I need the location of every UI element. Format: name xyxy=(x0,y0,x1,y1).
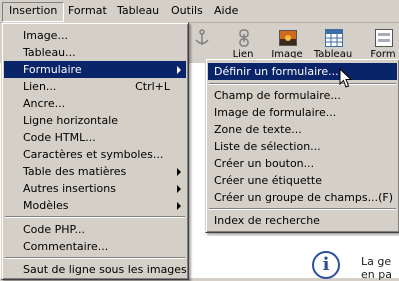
menu-item-label: Liste de sélection... xyxy=(214,140,321,153)
table-icon xyxy=(325,29,343,47)
menu-item-label: Créer un groupe de champs...(F) xyxy=(214,191,394,204)
menu-item-label: Code PHP... xyxy=(23,223,85,236)
form-icon xyxy=(375,29,393,47)
menu-item-label: Champ de formulaire... xyxy=(214,89,341,102)
submenu-item-definir-formulaire[interactable]: Définir un formulaire... xyxy=(208,63,397,80)
menu-separator xyxy=(209,83,396,85)
anchor-icon xyxy=(195,29,209,45)
menu-item-label: Commentaire... xyxy=(23,240,109,253)
menu-item-ancre[interactable]: Ancre... xyxy=(4,95,186,112)
menu-item-label: Formulaire xyxy=(23,63,82,76)
menu-item-label: Caractères et symboles... xyxy=(23,148,164,161)
menu-item-code-php[interactable]: Code PHP... xyxy=(4,221,186,238)
menu-item-table-des-matieres[interactable]: Table des matières xyxy=(4,163,186,180)
menu-item-commentaire[interactable]: Commentaire... xyxy=(4,238,186,255)
formulaire-submenu: Définir un formulaire... Champ de formul… xyxy=(205,58,399,233)
submenu-arrow-icon xyxy=(177,185,181,193)
submenu-item-image-formulaire[interactable]: Image de formulaire... xyxy=(208,104,397,121)
menu-item-label: Modèles xyxy=(23,199,69,212)
menu-item-formulaire[interactable]: Formulaire xyxy=(4,61,186,78)
submenu-item-creer-etiquette[interactable]: Créer une étiquette xyxy=(208,172,397,189)
menu-item-label: Lien... xyxy=(23,80,57,93)
menu-item-shortcut: Ctrl+L xyxy=(135,80,170,93)
document-text-line-2: en pa xyxy=(361,268,392,281)
menu-item-modeles[interactable]: Modèles xyxy=(4,197,186,214)
mouse-cursor-icon xyxy=(339,68,353,88)
submenu-item-champ[interactable]: Champ de formulaire... xyxy=(208,87,397,104)
submenu-item-index-recherche[interactable]: Index de recherche xyxy=(208,212,397,229)
menu-item-label: Autres insertions xyxy=(23,182,116,195)
menu-item-label: Table des matières xyxy=(23,165,127,178)
menu-item-label: Image... xyxy=(23,29,68,42)
menu-item-label: Code HTML... xyxy=(23,131,96,144)
menu-item-lien[interactable]: Lien... Ctrl+L xyxy=(4,78,186,95)
menu-bar: Insertion Format Tableau Outils Aide xyxy=(0,0,399,23)
menu-item-label: Créer un bouton... xyxy=(214,157,315,170)
menu-outils[interactable]: Outils xyxy=(165,2,209,20)
menu-item-image[interactable]: Image... xyxy=(4,27,186,44)
menu-separator xyxy=(5,257,185,259)
menu-item-label: Tableau... xyxy=(23,46,76,59)
menu-item-caracteres[interactable]: Caractères et symboles... xyxy=(4,146,186,163)
menu-item-label: Définir un formulaire... xyxy=(214,65,339,78)
submenu-arrow-icon xyxy=(177,202,181,210)
submenu-arrow-icon xyxy=(177,66,181,74)
menu-item-code-html[interactable]: Code HTML... xyxy=(4,129,186,146)
link-icon xyxy=(239,29,249,47)
document-text-line-1: La ge xyxy=(361,255,392,268)
menu-item-label: Créer une étiquette xyxy=(214,174,322,187)
menu-tableau[interactable]: Tableau xyxy=(111,2,165,20)
submenu-item-creer-bouton[interactable]: Créer un bouton... xyxy=(208,155,397,172)
image-icon xyxy=(279,30,297,46)
menu-item-label: Zone de texte... xyxy=(214,123,302,136)
menu-item-ligne-horizontale[interactable]: Ligne horizontale xyxy=(4,112,186,129)
menu-separator xyxy=(209,208,396,210)
info-icon: i xyxy=(312,251,340,279)
menu-item-label: Saut de ligne sous les images xyxy=(23,263,187,276)
menu-insertion[interactable]: Insertion xyxy=(2,2,65,22)
insertion-menu: Image... Tableau... Formulaire Lien... Ct… xyxy=(1,22,189,280)
menu-item-tableau[interactable]: Tableau... xyxy=(4,44,186,61)
menu-item-label: Index de recherche xyxy=(214,214,320,227)
submenu-arrow-icon xyxy=(177,168,181,176)
menu-item-saut-de-ligne[interactable]: Saut de ligne sous les images xyxy=(4,261,187,278)
submenu-item-liste-selection[interactable]: Liste de sélection... xyxy=(208,138,397,155)
menu-aide[interactable]: Aide xyxy=(208,2,244,20)
menu-item-label: Image de formulaire... xyxy=(214,106,337,119)
submenu-item-zone-texte[interactable]: Zone de texte... xyxy=(208,121,397,138)
menu-item-label: Ancre... xyxy=(23,97,66,110)
menu-item-label: Ligne horizontale xyxy=(23,114,119,127)
submenu-item-groupe-champs[interactable]: Créer un groupe de champs...(F) xyxy=(208,189,397,206)
document-text: La ge en pa xyxy=(361,255,392,281)
menu-item-autres-insertions[interactable]: Autres insertions xyxy=(4,180,186,197)
menu-separator xyxy=(5,216,185,218)
menu-format[interactable]: Format xyxy=(62,2,113,20)
